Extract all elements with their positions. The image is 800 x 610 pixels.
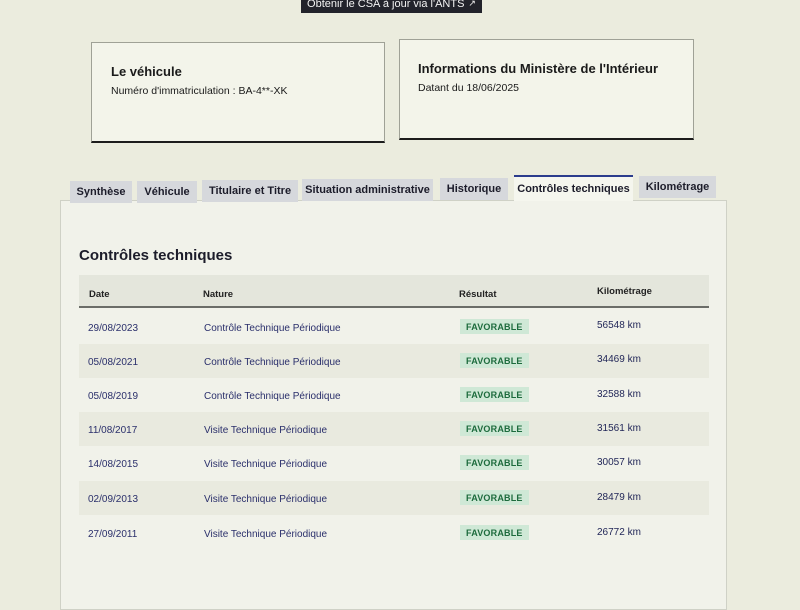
row-nature: Visite Technique Périodique xyxy=(204,529,328,540)
row-date: 05/08/2021 xyxy=(88,357,139,368)
row-nature: Visite Technique Périodique xyxy=(204,494,328,505)
row-mileage: 56548 km xyxy=(597,320,641,331)
table-row: 05/08/2021 Contrôle Technique Périodique… xyxy=(79,344,709,378)
row-date: 02/09/2013 xyxy=(88,494,139,505)
tab-synthese[interactable]: Synthèse xyxy=(70,181,132,203)
table-row: 11/08/2017 Visite Technique Périodique F… xyxy=(79,412,709,446)
table-row: 05/08/2019 Contrôle Technique Périodique… xyxy=(79,378,709,412)
row-mileage: 28479 km xyxy=(597,492,641,503)
tab-synthese-label: Synthèse xyxy=(76,186,126,198)
result-badge: FAVORABLE xyxy=(460,525,529,540)
row-nature: Visite Technique Périodique xyxy=(204,425,328,436)
row-date: 14/08/2015 xyxy=(88,459,139,470)
header-date: Date xyxy=(89,289,110,300)
tab-historique[interactable]: Historique xyxy=(440,178,508,200)
tab-titulaire-label: Titulaire et Titre xyxy=(208,185,292,197)
tab-vehicule[interactable]: Véhicule xyxy=(137,181,197,203)
table-header: Date Nature Résultat Kilométrage xyxy=(79,275,709,308)
row-mileage: 32588 km xyxy=(597,389,641,400)
row-date: 05/08/2019 xyxy=(88,391,139,402)
tab-situation-label: Situation administrative xyxy=(305,184,430,196)
tab-vehicule-label: Véhicule xyxy=(144,186,190,198)
row-date: 11/08/2017 xyxy=(88,425,138,436)
result-badge: FAVORABLE xyxy=(460,421,529,436)
obtain-csa-button[interactable]: Obtenir le CSA à jour via l'ANTS ↗ xyxy=(301,0,482,13)
vehicle-card: Le véhicule Numéro d'immatriculation : B… xyxy=(91,42,385,143)
table-row: 02/09/2013 Visite Technique Périodique F… xyxy=(79,481,709,515)
row-nature: Contrôle Technique Périodique xyxy=(204,357,341,368)
tab-kilometrage[interactable]: Kilométrage xyxy=(639,176,716,198)
row-nature: Contrôle Technique Périodique xyxy=(204,323,341,334)
result-badge: FAVORABLE xyxy=(460,455,529,470)
ministry-card-title: Informations du Ministère de l'Intérieur xyxy=(418,61,659,76)
row-mileage: 31561 km xyxy=(597,423,641,434)
row-mileage: 34469 km xyxy=(597,354,641,365)
external-link-icon: ↗ xyxy=(468,0,476,8)
table-row: 29/08/2023 Contrôle Technique Périodique… xyxy=(79,310,709,344)
tab-titulaire[interactable]: Titulaire et Titre xyxy=(202,180,298,202)
tab-controles-label: Contrôles techniques xyxy=(517,183,630,195)
tab-kilometrage-label: Kilométrage xyxy=(645,181,710,193)
ministry-card-date: Datant du 18/06/2025 xyxy=(418,82,520,94)
obtain-csa-label: Obtenir le CSA à jour via l'ANTS xyxy=(307,0,465,10)
row-mileage: 30057 km xyxy=(597,457,641,468)
row-nature: Contrôle Technique Périodique xyxy=(204,391,341,402)
table-row: 27/09/2011 Visite Technique Périodique F… xyxy=(79,516,709,550)
section-title: Contrôles techniques xyxy=(79,247,233,264)
tab-controles-techniques[interactable]: Contrôles techniques xyxy=(514,175,633,201)
row-nature: Visite Technique Périodique xyxy=(204,459,328,470)
header-mileage: Kilométrage xyxy=(597,286,652,297)
header-result: Résultat xyxy=(459,289,497,300)
result-badge: FAVORABLE xyxy=(460,490,529,505)
result-badge: FAVORABLE xyxy=(460,353,529,368)
row-mileage: 26772 km xyxy=(597,527,641,538)
result-badge: FAVORABLE xyxy=(460,319,529,334)
row-date: 27/09/2011 xyxy=(88,529,138,540)
table-row: 14/08/2015 Visite Technique Périodique F… xyxy=(79,446,709,480)
ministry-card: Informations du Ministère de l'Intérieur… xyxy=(399,39,694,140)
row-date: 29/08/2023 xyxy=(88,323,139,334)
vehicle-card-title: Le véhicule xyxy=(111,64,182,79)
header-nature: Nature xyxy=(203,289,234,300)
result-badge: FAVORABLE xyxy=(460,387,529,402)
tab-situation-administrative[interactable]: Situation administrative xyxy=(302,179,433,201)
vehicle-registration: Numéro d'immatriculation : BA-4**-XK xyxy=(111,85,288,97)
tab-historique-label: Historique xyxy=(446,183,502,195)
